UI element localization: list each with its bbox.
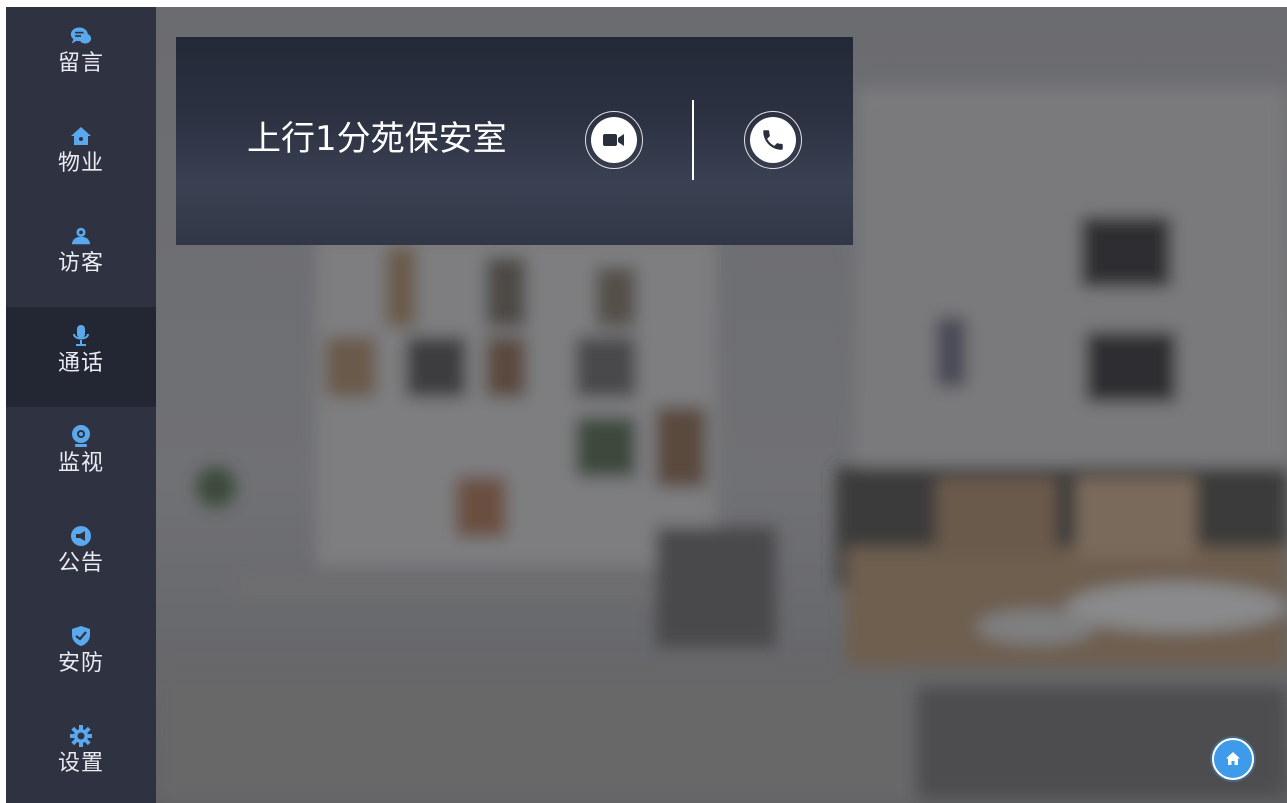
call-panel: 上行1分苑保安室 (176, 37, 853, 245)
divider (692, 100, 694, 180)
intercom-screen: 留言 物业 访客 通话 监视 公告 安防 设置 上行1分苑保安室 (6, 7, 1287, 803)
sidebar-item-notice[interactable]: 公告 (6, 507, 156, 607)
call-target-name: 上行1分苑保安室 (247, 119, 507, 159)
sidebar-item-message[interactable]: 留言 (6, 7, 156, 107)
sidebar-item-monitor[interactable]: 监视 (6, 407, 156, 507)
shield-icon (70, 625, 92, 647)
voice-call-button[interactable] (744, 111, 802, 169)
sidebar-item-label: 留言 (57, 51, 104, 76)
sidebar-item-label: 访客 (57, 251, 104, 276)
sidebar-item-label: 物业 (57, 151, 104, 176)
sidebar-item-call[interactable]: 通话 (6, 307, 156, 407)
sidebar-item-label: 公告 (57, 551, 104, 576)
gear-icon (70, 725, 92, 747)
video-call-icon (591, 117, 637, 163)
megaphone-icon (70, 525, 92, 547)
sidebar-item-visitor[interactable]: 访客 (6, 207, 156, 307)
home-icon (1226, 752, 1240, 765)
sidebar-item-label: 安防 (57, 651, 104, 676)
property-home-icon (70, 125, 92, 147)
camera-icon (70, 425, 92, 447)
home-button[interactable] (1212, 738, 1254, 780)
phone-icon (750, 117, 796, 163)
sidebar-item-security[interactable]: 安防 (6, 607, 156, 707)
sidebar-item-label: 监视 (57, 451, 104, 476)
message-icon (70, 25, 92, 47)
microphone-icon (70, 325, 92, 347)
sidebar-item-property[interactable]: 物业 (6, 107, 156, 207)
visitor-icon (70, 225, 92, 247)
sidebar-item-label: 通话 (57, 351, 104, 376)
sidebar-item-settings[interactable]: 设置 (6, 707, 156, 803)
video-call-button[interactable] (585, 111, 643, 169)
sidebar-item-label: 设置 (57, 751, 104, 776)
sidebar: 留言 物业 访客 通话 监视 公告 安防 设置 (6, 7, 156, 803)
